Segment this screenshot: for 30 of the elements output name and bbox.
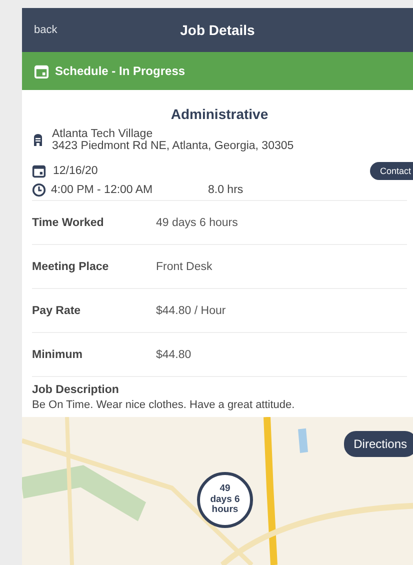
status-label: Schedule - In Progress bbox=[55, 64, 186, 78]
pin-text: hours bbox=[212, 505, 238, 516]
location-address: 3423 Piedmont Rd NE, Atlanta, Georgia, 30305 bbox=[52, 140, 294, 152]
pin-text: days 6 bbox=[210, 494, 240, 505]
location-name: Atlanta Tech Village bbox=[52, 128, 154, 140]
detail-value: $44.80 / Hour bbox=[156, 304, 226, 316]
job-date: 12/16/20 bbox=[53, 165, 98, 177]
description-label: Job Description bbox=[32, 384, 120, 396]
calendar-icon bbox=[34, 64, 49, 78]
directions-button[interactable]: Directions bbox=[344, 431, 413, 457]
detail-value: Front Desk bbox=[156, 260, 212, 272]
detail-label: Minimum bbox=[32, 348, 84, 360]
back-link[interactable]: back bbox=[22, 24, 58, 36]
detail-label: Meeting Place bbox=[32, 260, 110, 272]
contact-button[interactable]: Contact bbox=[370, 162, 413, 180]
map-pin[interactable]: 49 days 6 hours bbox=[197, 472, 253, 528]
job-title: Administrative bbox=[170, 106, 270, 122]
building-icon bbox=[32, 133, 44, 147]
pin-text: 49 bbox=[220, 484, 230, 495]
description-text: Be On Time. Wear nice clothes. Have a great attitude. bbox=[32, 399, 296, 411]
detail-value: 49 days 6 hours bbox=[156, 216, 238, 228]
calendar-icon bbox=[32, 164, 46, 178]
detail-label: Pay Rate bbox=[32, 304, 82, 316]
page-title: Job Details bbox=[179, 22, 256, 38]
detail-value: $44.80 bbox=[156, 348, 192, 360]
map-view[interactable]: Directions 49 days 6 hours bbox=[22, 417, 413, 565]
detail-label: Time Worked bbox=[32, 216, 105, 228]
job-time: 4:00 PM - 12:00 AM bbox=[51, 184, 154, 196]
job-duration: 8.0 hrs bbox=[208, 184, 244, 196]
clock-icon bbox=[32, 183, 46, 197]
